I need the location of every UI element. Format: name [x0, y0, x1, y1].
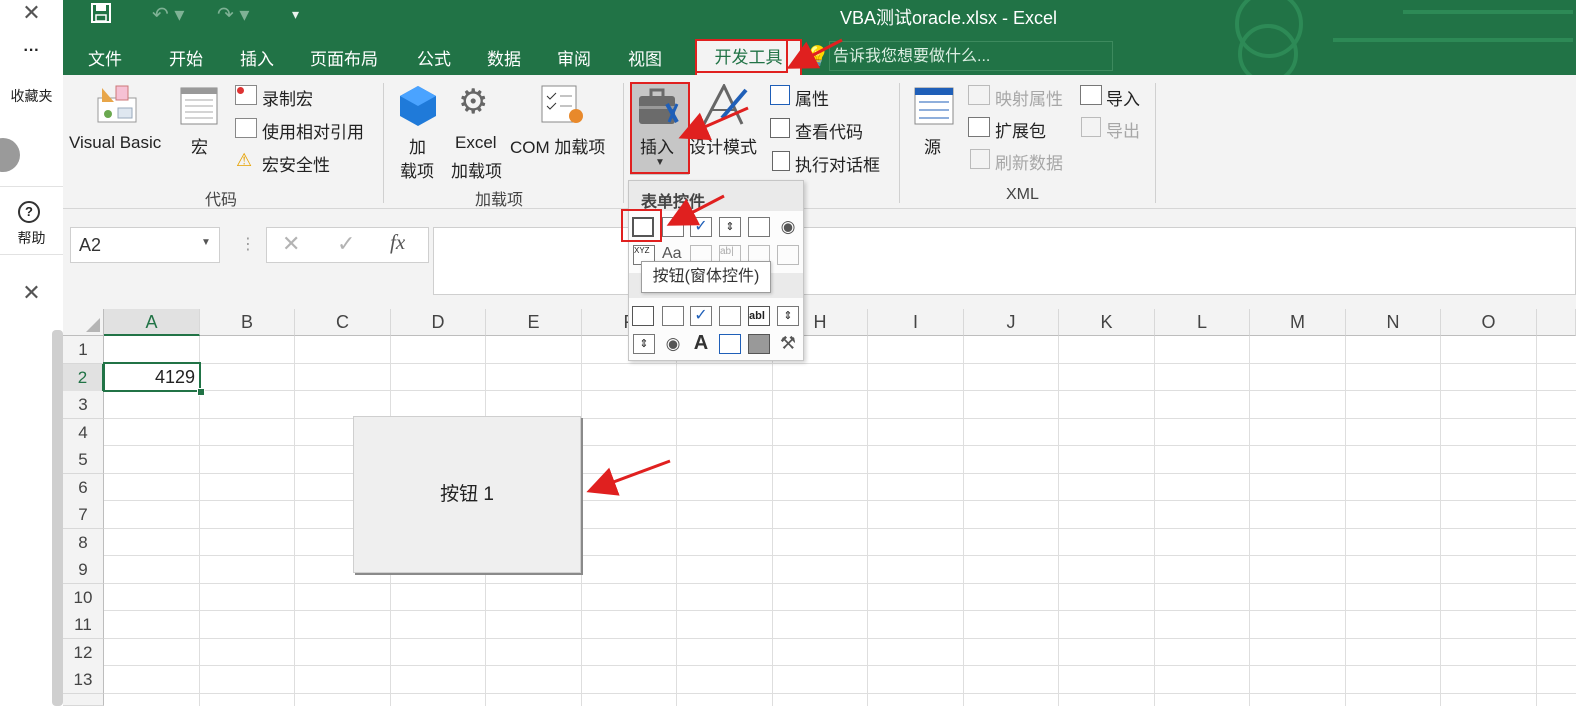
annotation-arrow: [678, 106, 749, 141]
annotation-arrow: [786, 38, 843, 69]
annotation-arrows: [586, 38, 843, 496]
annotation-arrow: [586, 459, 671, 496]
annotation-arrow: [666, 194, 725, 226]
